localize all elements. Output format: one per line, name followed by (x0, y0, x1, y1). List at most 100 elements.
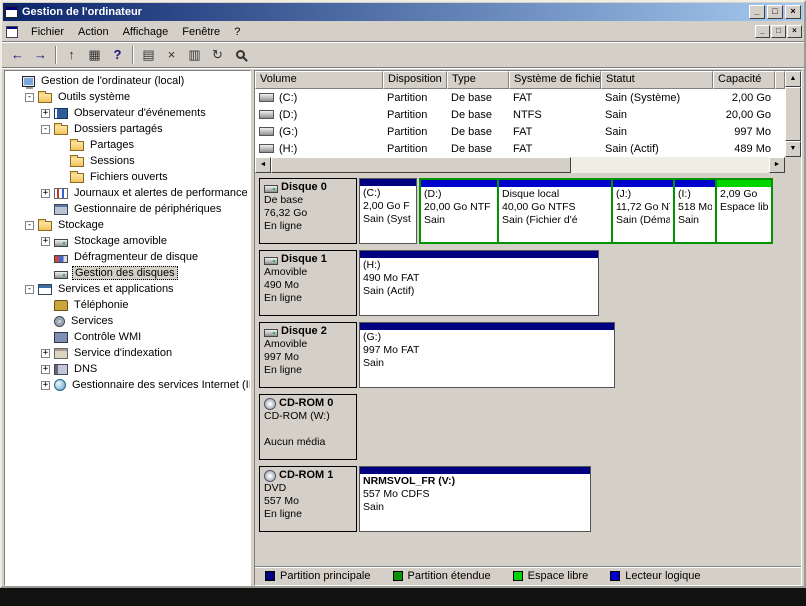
tree-item-stockage[interactable]: -Stockage (5, 217, 250, 233)
tree-item-computer-management[interactable]: Gestion de l'ordinateur (local) (5, 73, 250, 89)
vertical-scrollbar[interactable]: ▲ ▼ (785, 71, 801, 157)
mdi-restore-button[interactable]: □ (771, 25, 786, 38)
tree-item-service-indexation[interactable]: +Service d'indexation (5, 345, 250, 361)
maximize-button[interactable]: □ (767, 5, 783, 19)
disk-0-info[interactable]: Disque 0 De base 76,32 Go En ligne (259, 178, 357, 244)
tree-item-dns[interactable]: + DNS (5, 361, 250, 377)
disk-2-info[interactable]: Disque 2 Amovible 997 Mo En ligne (259, 322, 357, 388)
horizontal-scrollbar[interactable]: ◄ ► (255, 157, 801, 173)
menu-affichage[interactable]: Affichage (116, 24, 176, 40)
expander-icon[interactable]: + (41, 189, 50, 198)
properties-icon[interactable]: ▥ (183, 44, 206, 66)
forward-icon[interactable]: → (29, 44, 52, 66)
column-header-volume[interactable]: Volume (255, 71, 383, 89)
minimize-button[interactable]: _ (749, 5, 765, 19)
tree-item-defragmenteur[interactable]: Défragmenteur de disque (5, 249, 250, 265)
delete-icon[interactable]: × (160, 44, 183, 66)
title-bar[interactable]: Gestion de l'ordinateur _ □ × (3, 3, 803, 21)
column-header-filesystem[interactable]: Système de fichiers (509, 71, 601, 89)
horizontal-scroll-track[interactable] (571, 157, 769, 173)
find-icon[interactable] (229, 44, 252, 66)
expander-icon[interactable]: + (41, 237, 50, 246)
volume-row-g[interactable]: (G:) Partition De base FAT Sain 997 Mo (255, 123, 785, 140)
disk-name: CD-ROM 0 (279, 397, 333, 410)
column-header-capacity[interactable]: Capacité (713, 71, 775, 89)
partition-status: Sain (Syst (363, 213, 413, 226)
partition-disque-local[interactable]: Disque local 40,00 Go NTFS Sain (Fichier… (499, 180, 611, 242)
tree-item-journaux-performance[interactable]: +Journaux et alertes de performance (5, 185, 250, 201)
tree-item-iis[interactable]: +Gestionnaire des services Internet (IIS… (5, 377, 250, 393)
partition-j[interactable]: (J:) 11,72 Go NTF Sain (Démarr (613, 180, 673, 242)
expander-icon[interactable]: - (25, 285, 34, 294)
horizontal-scroll-thumb[interactable] (271, 157, 571, 173)
tree-item-fichiers-ouverts[interactable]: Fichiers ouverts (5, 169, 250, 185)
indexing-service-icon (54, 348, 68, 359)
scroll-left-icon[interactable]: ◄ (255, 157, 271, 173)
column-header-disposition[interactable]: Disposition (383, 71, 447, 89)
help-icon[interactable]: ? (106, 44, 129, 66)
partition-c[interactable]: (C:) 2,00 Go F Sain (Syst (359, 178, 417, 244)
tree-item-label: Gestion de l'ordinateur (local) (39, 75, 186, 87)
mdi-close-button[interactable]: × (787, 25, 802, 38)
tree-item-outils-systeme[interactable]: -Outils système (5, 89, 250, 105)
back-icon[interactable]: ← (6, 44, 29, 66)
expander-icon[interactable]: + (41, 349, 50, 358)
tree-item-stockage-amovible[interactable]: +Stockage amovible (5, 233, 250, 249)
tree-item-controle-wmi[interactable]: Contrôle WMI (5, 329, 250, 345)
volume-row-c[interactable]: (C:) Partition De base FAT Sain (Système… (255, 89, 785, 106)
vertical-scroll-thumb[interactable] (785, 87, 801, 141)
close-button[interactable]: × (785, 5, 801, 19)
tree-item-partages[interactable]: Partages (5, 137, 250, 153)
partition-label: Disque local (502, 188, 608, 201)
tree-item-gestionnaire-peripheriques[interactable]: Gestionnaire de périphériques (5, 201, 250, 217)
menu-fichier[interactable]: Fichier (24, 24, 71, 40)
refresh-icon[interactable]: ↻ (206, 44, 229, 66)
tree-item-sessions[interactable]: Sessions (5, 153, 250, 169)
column-header-status[interactable]: Statut (601, 71, 713, 89)
show-hide-tree-icon[interactable]: ▦ (83, 44, 106, 66)
tree-item-label: DNS (72, 363, 99, 375)
disk-1-info[interactable]: Disque 1 Amovible 490 Mo En ligne (259, 250, 357, 316)
up-one-level-icon[interactable]: ↑ (60, 44, 83, 66)
disk-name: Disque 2 (281, 325, 327, 338)
partition-d[interactable]: (D:) 20,00 Go NTF Sain (421, 180, 497, 242)
volume-nrmsvol[interactable]: NRMSVOL_FR (V:) 557 Mo CDFS Sain (359, 466, 591, 532)
expander-icon[interactable]: - (41, 125, 50, 134)
column-header-type[interactable]: Type (447, 71, 509, 89)
volume-capacity: 489 Mo (713, 140, 775, 157)
tree-item-dossiers-partages[interactable]: -Dossiers partagés (5, 121, 250, 137)
cdrom-1-info[interactable]: CD-ROM 1 DVD 557 Mo En ligne (259, 466, 357, 532)
menu-aide[interactable]: ? (227, 24, 247, 40)
partition-size: 997 Mo FAT (363, 344, 611, 357)
partition-g[interactable]: (G:) 997 Mo FAT Sain (359, 322, 615, 388)
tree-item-telephonie[interactable]: Téléphonie (5, 297, 250, 313)
cdrom-0-info[interactable]: CD-ROM 0 CD-ROM (W:) Aucun média (259, 394, 357, 460)
tree-item-services-applications[interactable]: -Services et applications (5, 281, 250, 297)
expander-icon[interactable]: + (41, 365, 50, 374)
legend-label: Lecteur logique (625, 570, 700, 582)
cdrom-0-row: CD-ROM 0 CD-ROM (W:) Aucun média (259, 394, 798, 460)
free-space-segment[interactable]: 2,09 Go Espace lib (717, 180, 771, 242)
iis-icon (54, 379, 66, 391)
volume-row-h[interactable]: (H:) Partition De base FAT Sain (Actif) … (255, 140, 785, 157)
export-list-icon[interactable]: ▤ (137, 44, 160, 66)
expander-icon[interactable]: - (25, 221, 34, 230)
tree-item-services[interactable]: Services (5, 313, 250, 329)
tree-item-label: Partages (88, 139, 136, 151)
mdi-minimize-button[interactable]: _ (755, 25, 770, 38)
scroll-right-icon[interactable]: ► (769, 157, 785, 173)
partition-i[interactable]: (I:) 518 Mo Sain (675, 180, 715, 242)
partition-h[interactable]: (H:) 490 Mo FAT Sain (Actif) (359, 250, 599, 316)
expander-icon[interactable]: + (41, 381, 50, 390)
scroll-down-icon[interactable]: ▼ (785, 141, 801, 157)
scroll-up-icon[interactable]: ▲ (785, 71, 801, 87)
tree-item-observateur-evenements[interactable]: +Observateur d'événements (5, 105, 250, 121)
expander-icon[interactable]: - (25, 93, 34, 102)
volume-row-d[interactable]: (D:) Partition De base NTFS Sain 20,00 G… (255, 106, 785, 123)
volume-name: (H:) (279, 143, 297, 155)
menu-action[interactable]: Action (71, 24, 116, 40)
volume-filesystem: FAT (509, 123, 601, 140)
tree-item-gestion-des-disques[interactable]: Gestion des disques (5, 265, 250, 281)
expander-icon[interactable]: + (41, 109, 50, 118)
menu-fenetre[interactable]: Fenêtre (175, 24, 227, 40)
